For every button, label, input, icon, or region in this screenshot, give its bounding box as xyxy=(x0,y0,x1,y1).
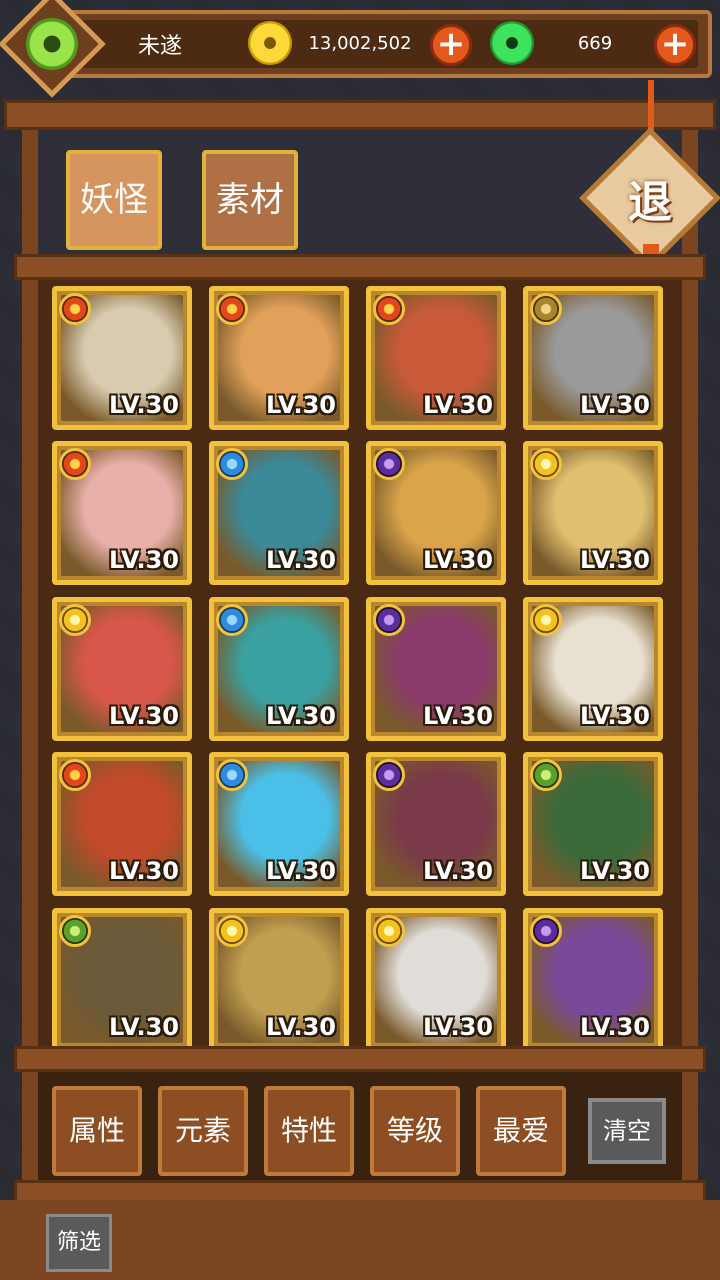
monster-level: LV.30 xyxy=(423,1013,493,1041)
monster-card[interactable]: LV.30 xyxy=(209,286,349,430)
fire-element-icon xyxy=(59,448,91,480)
monster-level: LV.30 xyxy=(109,546,179,574)
monster-level: LV.30 xyxy=(266,391,336,419)
light-element-icon xyxy=(59,604,91,636)
monster-card[interactable]: LV.30 xyxy=(52,908,192,1052)
monster-level: LV.30 xyxy=(266,546,336,574)
coin-icon xyxy=(248,21,292,65)
monster-card[interactable]: LV.30 xyxy=(523,597,663,741)
tab-monsters[interactable]: 妖怪 xyxy=(66,150,162,250)
add-jade-button[interactable]: + xyxy=(654,24,696,66)
wood-element-icon xyxy=(530,759,562,791)
monster-card[interactable]: LV.30 xyxy=(52,441,192,585)
player-name: 未遂 xyxy=(137,34,182,59)
monster-card[interactable]: LV.30 xyxy=(366,752,506,896)
wood-element-icon xyxy=(59,915,91,947)
monster-card[interactable]: LV.30 xyxy=(209,441,349,585)
monster-card[interactable]: LV.30 xyxy=(52,286,192,430)
earth-element-icon xyxy=(530,293,562,325)
monster-level: LV.30 xyxy=(580,546,650,574)
monster-card[interactable]: LV.30 xyxy=(523,286,663,430)
fire-element-icon xyxy=(59,759,91,791)
fire-element-icon xyxy=(216,293,248,325)
monster-card[interactable]: LV.30 xyxy=(209,597,349,741)
monster-level: LV.30 xyxy=(423,391,493,419)
monster-level: LV.30 xyxy=(266,857,336,885)
monster-card[interactable]: LV.30 xyxy=(366,441,506,585)
filter-element-button[interactable]: 元素 xyxy=(158,1086,248,1176)
filter-level-button[interactable]: 等级 xyxy=(370,1086,460,1176)
monster-level: LV.30 xyxy=(423,702,493,730)
monster-level: LV.30 xyxy=(109,702,179,730)
water-element-icon xyxy=(216,759,248,791)
filter-trait-button[interactable]: 特性 xyxy=(264,1086,354,1176)
monster-card[interactable]: LV.30 xyxy=(209,908,349,1052)
fire-element-icon xyxy=(373,293,405,325)
light-element-icon xyxy=(216,915,248,947)
monster-level: LV.30 xyxy=(423,546,493,574)
monster-level: LV.30 xyxy=(266,702,336,730)
tab-materials[interactable]: 素材 xyxy=(202,150,298,250)
monster-level: LV.30 xyxy=(109,391,179,419)
avatar[interactable] xyxy=(26,18,78,70)
monster-card[interactable]: LV.30 xyxy=(523,441,663,585)
monster-level: LV.30 xyxy=(580,857,650,885)
monster-card[interactable]: LV.30 xyxy=(523,908,663,1052)
monster-level: LV.30 xyxy=(109,857,179,885)
add-coins-button[interactable]: + xyxy=(430,24,472,66)
water-element-icon xyxy=(216,604,248,636)
coin-value: 13,002,502 xyxy=(308,33,412,54)
shelf-post-left xyxy=(22,128,38,1188)
monster-card[interactable]: LV.30 xyxy=(366,286,506,430)
monster-level: LV.30 xyxy=(423,857,493,885)
shelf-beam-upper xyxy=(14,254,706,280)
light-element-icon xyxy=(530,604,562,636)
monster-level: LV.30 xyxy=(580,391,650,419)
jade-icon xyxy=(490,21,534,65)
monster-level: LV.30 xyxy=(580,702,650,730)
screen-button[interactable]: 筛选 xyxy=(46,1214,112,1272)
filter-favorite-button[interactable]: 最爱 xyxy=(476,1086,566,1176)
monster-card[interactable]: LV.30 xyxy=(209,752,349,896)
monster-card[interactable]: LV.30 xyxy=(52,597,192,741)
exit-label[interactable]: 退 xyxy=(616,166,684,230)
dark-element-icon xyxy=(373,448,405,480)
monster-card[interactable]: LV.30 xyxy=(366,597,506,741)
light-element-icon xyxy=(530,448,562,480)
fire-element-icon xyxy=(59,293,91,325)
jade-value: 669 xyxy=(577,33,613,54)
light-element-icon xyxy=(373,915,405,947)
monster-card[interactable]: LV.30 xyxy=(523,752,663,896)
monster-card[interactable]: LV.30 xyxy=(52,752,192,896)
monster-level: LV.30 xyxy=(109,1013,179,1041)
shelf-beam-lower xyxy=(14,1046,706,1072)
shelf-post-right xyxy=(682,128,698,1188)
monster-card[interactable]: LV.30 xyxy=(366,908,506,1052)
monster-level: LV.30 xyxy=(580,1013,650,1041)
clear-button[interactable]: 清空 xyxy=(588,1098,666,1164)
filter-attribute-button[interactable]: 属性 xyxy=(52,1086,142,1176)
water-element-icon xyxy=(216,448,248,480)
dark-element-icon xyxy=(373,759,405,791)
dark-element-icon xyxy=(373,604,405,636)
shelf-top-beam xyxy=(4,100,716,130)
dark-element-icon xyxy=(530,915,562,947)
monster-level: LV.30 xyxy=(266,1013,336,1041)
